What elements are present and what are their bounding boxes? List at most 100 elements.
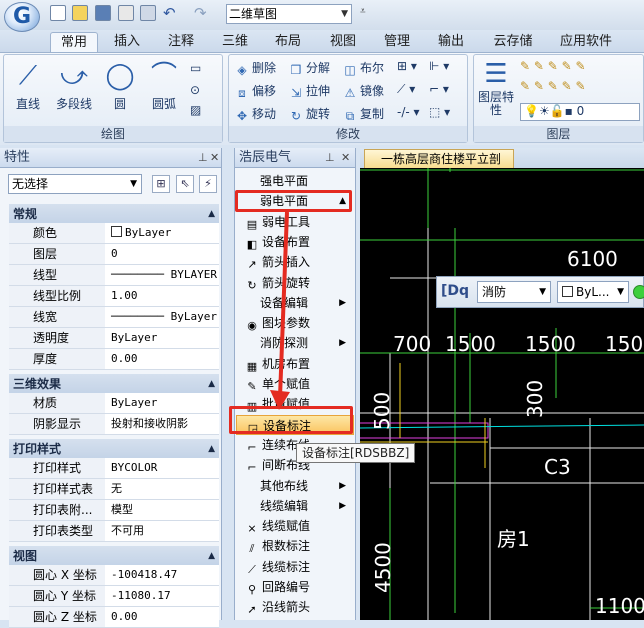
tab-manage[interactable]: 管理 bbox=[376, 32, 418, 52]
property-row[interactable]: 圆心 Y 坐标 -11080.17 bbox=[9, 586, 219, 607]
offset-button[interactable]: ⧈ 偏移 bbox=[235, 82, 276, 100]
line-button[interactable]: ⟋ 直线 bbox=[10, 61, 46, 112]
collapse-icon[interactable]: ▲ bbox=[208, 439, 215, 459]
property-row[interactable]: 厚度 0.00 bbox=[9, 349, 219, 370]
property-value[interactable]: 0 bbox=[108, 244, 219, 264]
section-general[interactable]: 常规 ▲ bbox=[9, 204, 219, 224]
collapse-icon[interactable]: ▲ bbox=[208, 374, 215, 394]
drawing-canvas[interactable]: 6100 700 1500 1500 1500 500 300 4500 110… bbox=[360, 168, 644, 620]
property-row[interactable]: 圆心 X 坐标 -100418.47 bbox=[9, 565, 219, 586]
array-icon[interactable]: ⊞ ▾ bbox=[397, 59, 417, 73]
tab-output[interactable]: 输出 bbox=[430, 32, 472, 52]
property-value[interactable]: 0.00 bbox=[108, 349, 219, 369]
copy-button[interactable]: ⧉ 复制 bbox=[343, 105, 384, 123]
menu-item-16[interactable]: 线缆编辑 ▶ bbox=[236, 496, 354, 516]
property-value[interactable]: 不可用 bbox=[108, 521, 219, 541]
menu-item-19[interactable]: ⟋ 线缆标注 bbox=[236, 557, 354, 577]
property-value[interactable]: 1.00 bbox=[108, 286, 219, 306]
section-3d-effects[interactable]: 三维效果 ▲ bbox=[9, 374, 219, 394]
stretch-button[interactable]: ⇲ 拉伸 bbox=[289, 82, 330, 100]
erase-button[interactable]: ◈ 删除 bbox=[235, 59, 276, 77]
break-icon[interactable]: -/- ▾ bbox=[397, 105, 420, 119]
save-as-icon[interactable] bbox=[118, 5, 134, 21]
customize-icon[interactable]: ⩡ bbox=[360, 6, 366, 17]
toggle-pickadd-icon[interactable]: ⊞ bbox=[152, 175, 170, 193]
workspace-combo[interactable]: 二维草图 ▼ bbox=[226, 4, 352, 24]
property-value[interactable]: ──────── BYLAYER bbox=[108, 265, 219, 285]
menu-item-18[interactable]: ⫽ 根数标注 bbox=[236, 536, 354, 556]
tab-view[interactable]: 视图 bbox=[322, 32, 364, 52]
move-button[interactable]: ✥ 移动 bbox=[235, 105, 276, 123]
trim-icon[interactable]: ⟋ ▾ bbox=[397, 82, 415, 97]
section-view[interactable]: 视图 ▲ bbox=[9, 546, 219, 566]
layer-properties-button[interactable]: ☰ 图层特性 bbox=[478, 59, 514, 117]
tab-apps[interactable]: 应用软件 bbox=[554, 32, 618, 52]
pin-icon[interactable]: ⊥ bbox=[198, 148, 208, 168]
tab-3d[interactable]: 三维 bbox=[214, 32, 256, 52]
point-icon[interactable]: ⊙ bbox=[190, 83, 200, 97]
tab-home[interactable]: 常用 bbox=[50, 32, 98, 52]
arc-button[interactable]: ⌒ 圆弧 bbox=[144, 61, 184, 112]
hatch-icon[interactable]: ▨ bbox=[190, 103, 201, 117]
quick-select-icon[interactable]: ⚡ bbox=[199, 175, 217, 193]
document-tab[interactable]: 一栋高层商住楼平立剖 bbox=[364, 149, 515, 168]
property-row[interactable]: 阴影显示 投射和接收阴影 bbox=[9, 414, 219, 435]
redo-icon[interactable]: ↷ bbox=[194, 4, 207, 22]
close-icon[interactable]: ✕ bbox=[341, 148, 350, 168]
menu-item-21[interactable]: ➚ 沿线箭头 bbox=[236, 597, 354, 617]
boolean-button[interactable]: ◫ 布尔 bbox=[343, 59, 384, 77]
mirror-button[interactable]: ⚠ 镜像 bbox=[343, 82, 384, 100]
new-file-icon[interactable] bbox=[50, 5, 66, 21]
rotate-button[interactable]: ↻ 旋转 bbox=[289, 105, 330, 123]
save-icon[interactable] bbox=[95, 5, 111, 21]
menu-item-0[interactable]: 强电平面 bbox=[236, 171, 354, 191]
property-row[interactable]: 透明度 ByLayer bbox=[9, 328, 219, 349]
app-logo[interactable]: G bbox=[4, 2, 40, 32]
layer-tool-icon[interactable]: [Dq bbox=[441, 283, 469, 299]
property-row[interactable]: 线型 ──────── BYLAYER bbox=[9, 265, 219, 286]
tab-layout[interactable]: 布局 bbox=[267, 32, 309, 52]
property-row[interactable]: 材质 ByLayer bbox=[9, 393, 219, 414]
scale-icon[interactable]: ⬚ ▾ bbox=[429, 105, 450, 119]
color-select[interactable]: ByL... ▼ bbox=[557, 281, 629, 303]
property-value[interactable]: ByLayer bbox=[108, 223, 219, 243]
property-value[interactable]: BYCOLOR bbox=[108, 458, 219, 478]
select-objects-icon[interactable]: ⇖ bbox=[176, 175, 194, 193]
layer-tool-row-2[interactable]: ✎ ✎ ✎ ✎ ✎ bbox=[520, 79, 586, 93]
tab-annotate[interactable]: 注释 bbox=[160, 32, 202, 52]
property-value[interactable]: 0.00 bbox=[108, 607, 219, 627]
property-row[interactable]: 图层 0 bbox=[9, 244, 219, 265]
collapse-icon[interactable]: ▲ bbox=[208, 204, 215, 224]
section-plot-style[interactable]: 打印样式 ▲ bbox=[9, 439, 219, 459]
open-file-icon[interactable] bbox=[72, 5, 88, 21]
selection-combo[interactable]: 无选择 ▼ bbox=[8, 174, 142, 194]
property-value[interactable]: -11080.17 bbox=[108, 586, 219, 606]
property-row[interactable]: 圆心 Z 坐标 0.00 bbox=[9, 607, 219, 628]
print-icon[interactable] bbox=[140, 5, 156, 21]
layer-combo[interactable]: 💡☀🔓▪ 0 bbox=[520, 103, 640, 121]
property-value[interactable]: 模型 bbox=[108, 500, 219, 520]
property-value[interactable]: 无 bbox=[108, 479, 219, 499]
tab-cloud[interactable]: 云存储 bbox=[486, 32, 540, 52]
align-icon[interactable]: ⊩ ▾ bbox=[429, 59, 449, 73]
explode-button[interactable]: ❒ 分解 bbox=[289, 59, 330, 77]
menu-item-17[interactable]: ⨯ 线缆赋值 bbox=[236, 516, 354, 536]
property-row[interactable]: 打印表附... 模型 bbox=[9, 500, 219, 521]
circle-button[interactable]: ◯ 圆 bbox=[102, 61, 138, 112]
property-row[interactable]: 线宽 ──────── ByLayer bbox=[9, 307, 219, 328]
layer-select[interactable]: 消防 ▼ bbox=[477, 281, 551, 303]
property-row[interactable]: 打印样式表无 bbox=[9, 479, 219, 500]
pin-icon[interactable]: ⊥ bbox=[325, 148, 335, 168]
property-row[interactable]: 打印样式 BYCOLOR bbox=[9, 458, 219, 479]
collapse-icon[interactable]: ▲ bbox=[208, 546, 215, 566]
property-value[interactable]: 投射和接收阴影 bbox=[108, 414, 219, 434]
tab-insert[interactable]: 插入 bbox=[106, 32, 148, 52]
menu-item-20[interactable]: ⚲ 回路编号 bbox=[236, 577, 354, 597]
undo-icon[interactable]: ↶ bbox=[163, 4, 176, 22]
close-icon[interactable]: ✕ bbox=[210, 148, 219, 168]
property-row[interactable]: 颜色 ByLayer bbox=[9, 223, 219, 244]
property-value[interactable]: ──────── ByLayer bbox=[108, 307, 219, 327]
menu-item-15[interactable]: 其他布线 ▶ bbox=[236, 476, 354, 496]
layer-tool-row-1[interactable]: ✎ ✎ ✎ ✎ ✎ bbox=[520, 59, 586, 73]
fillet-icon[interactable]: ⌐ ▾ bbox=[429, 82, 449, 96]
